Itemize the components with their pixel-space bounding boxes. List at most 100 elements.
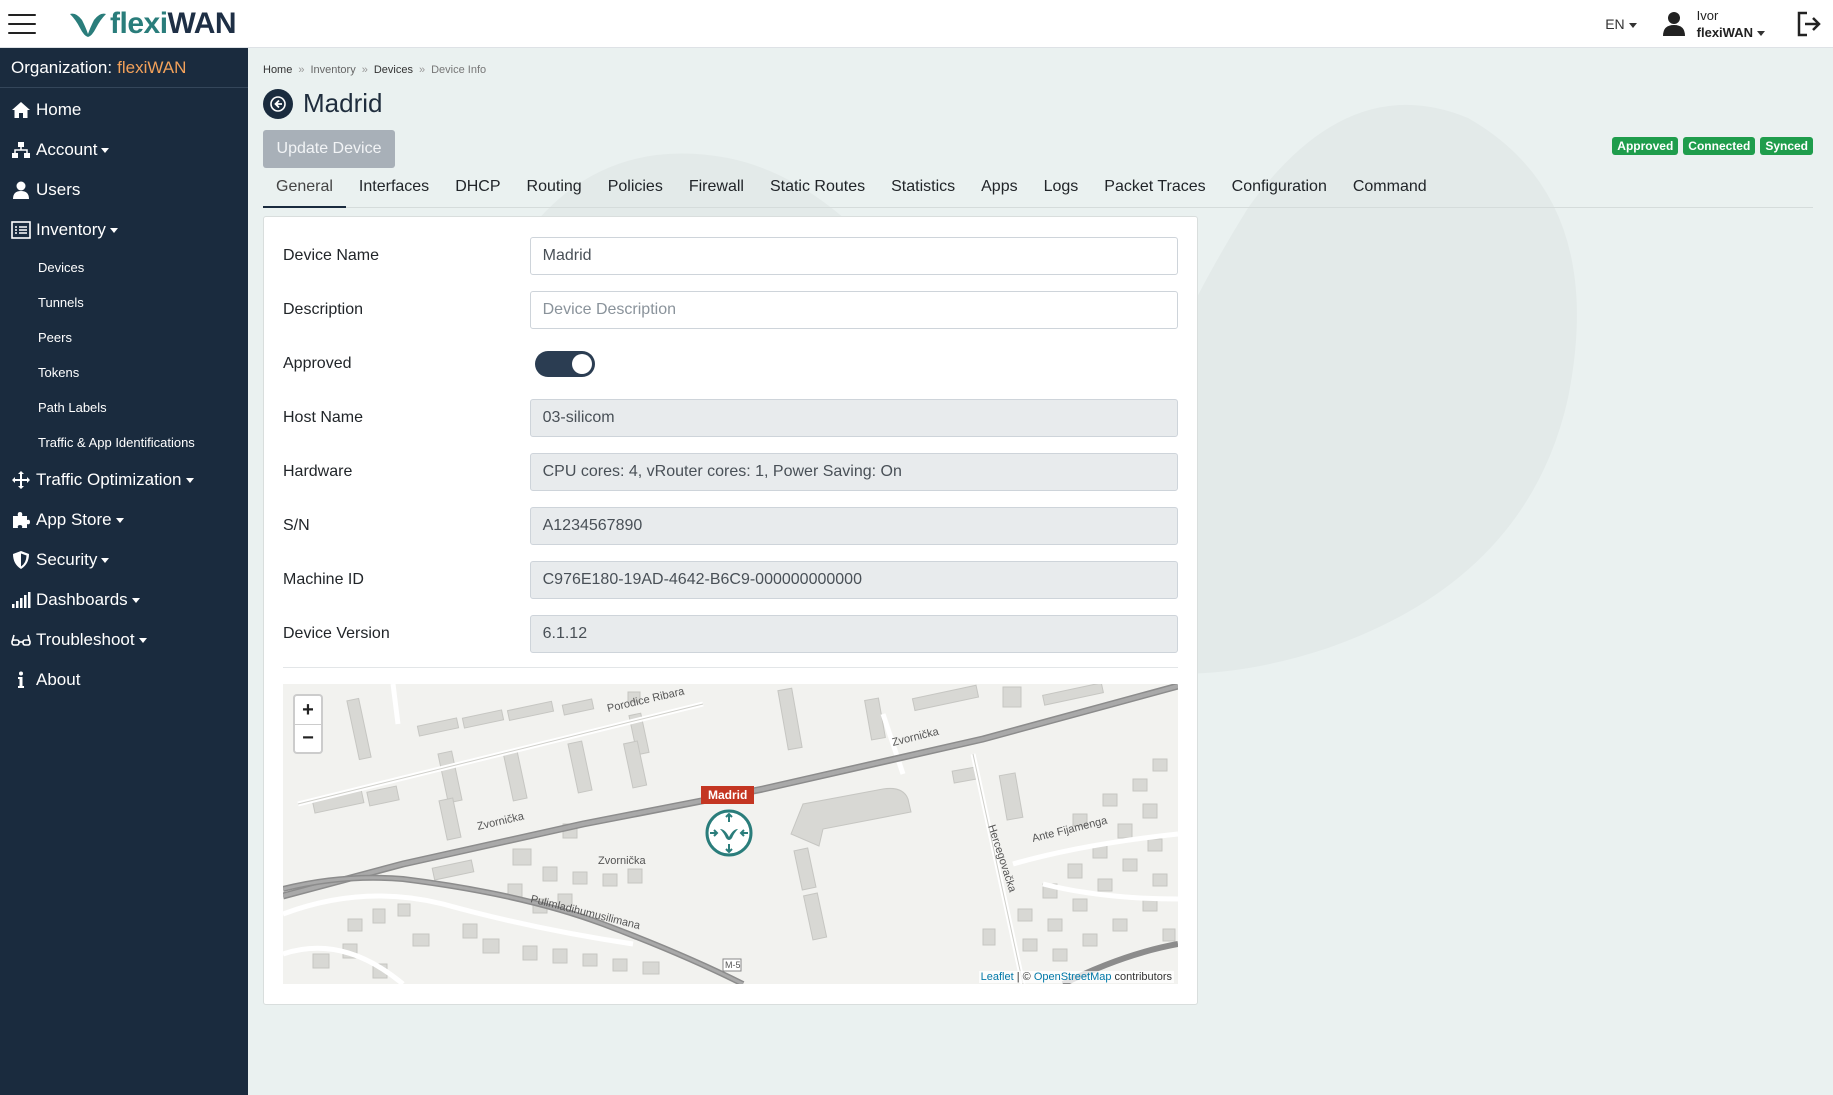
back-button[interactable] [263,88,293,119]
chevron-down-icon [115,517,124,523]
sidebar-item-app-store[interactable]: App Store [0,500,248,540]
device-name-label: Device Name [283,247,380,264]
tab-interfaces[interactable]: Interfaces [346,170,442,208]
status-badges: Approved Connected Synced [1612,137,1813,155]
device-version-field: 6.1.12 [529,615,1178,653]
description-label: Description [283,301,364,318]
approved-row: Approved [283,345,1178,383]
tab-command[interactable]: Command [1340,170,1440,208]
zoom-control: + − [293,694,323,754]
chevron-down-icon [138,637,147,643]
arrow-left-icon [270,95,286,112]
signal-icon [12,592,31,608]
zoom-in-button[interactable]: + [295,696,321,724]
hamburger-menu-icon[interactable] [8,13,36,34]
status-badge-synced: Synced [1760,137,1813,155]
chevron-down-icon [185,477,194,483]
breadcrumb-devices[interactable]: Devices [374,64,413,76]
tab-packet-traces[interactable]: Packet Traces [1091,170,1218,208]
device-location-marker-icon[interactable] [704,808,754,858]
sitemap-icon [12,142,30,158]
sidebar-item-label: Troubleshoot [36,630,135,649]
sidebar: Organization: flexiWAN Home Account User… [0,48,248,1095]
sidebar-subitem-tunnels[interactable]: Tunnels [0,285,248,320]
tab-dhcp[interactable]: DHCP [442,170,513,208]
breadcrumb-home[interactable]: Home [263,64,292,76]
attribution-suffix: contributors [1111,971,1172,983]
sidebar-item-troubleshoot[interactable]: Troubleshoot [0,620,248,660]
main-content: Home » Inventory » Devices » Device Info… [248,48,1833,1095]
sidebar-item-label: Traffic Optimization [36,470,182,489]
logo-text-flexi: flexi [110,6,168,40]
sidebar-subitem-devices[interactable]: Devices [0,250,248,285]
device-version-label: Device Version [283,625,390,642]
language-dropdown[interactable]: EN [1605,16,1637,32]
organization-name: flexiWAN [117,57,187,77]
sidebar-subitem-peers[interactable]: Peers [0,320,248,355]
tab-general[interactable]: General [263,170,346,208]
language-label: EN [1605,16,1625,32]
sidebar-item-traffic-optimization[interactable]: Traffic Optimization [0,460,248,500]
tab-logs[interactable]: Logs [1031,170,1092,208]
sidebar-item-account[interactable]: Account [0,130,248,170]
tab-policies[interactable]: Policies [595,170,676,208]
organization-label: Organization: [11,57,113,77]
sidebar-item-label: Security [36,550,98,569]
approved-label: Approved [283,355,352,372]
zoom-out-button[interactable]: − [295,724,321,752]
user-name: Ivor [1696,8,1719,23]
sidebar-item-inventory[interactable]: Inventory [0,210,248,250]
user-org: flexiWAN [1696,25,1753,40]
tab-apps[interactable]: Apps [968,170,1030,208]
map-marker-label: Madrid [701,786,755,804]
road-shield-label: M-5 [725,960,741,970]
serial-number-row: S/N A1234567890 [283,507,1178,545]
device-name-input[interactable] [529,237,1178,275]
user-menu-dropdown[interactable]: Ivor flexiWAN [1697,7,1765,41]
logo-text-wan: WAN [167,6,237,40]
tab-static-routes[interactable]: Static Routes [757,170,878,208]
top-navbar: flexiWAN EN Ivor flexiWAN [0,0,1833,48]
openstreetmap-link[interactable]: OpenStreetMap [1034,971,1112,983]
sidebar-item-security[interactable]: Security [0,540,248,580]
sidebar-item-dashboards[interactable]: Dashboards [0,580,248,620]
hardware-field: CPU cores: 4, vRouter cores: 1, Power Sa… [529,453,1178,491]
tab-firewall[interactable]: Firewall [676,170,757,208]
organization-selector[interactable]: Organization: flexiWAN [0,48,248,88]
chevron-down-icon [101,147,110,153]
sidebar-subitem-traffic-app-identifications[interactable]: Traffic & App Identifications [0,425,248,460]
user-icon [13,181,29,199]
device-name-row: Device Name [283,237,1178,275]
sidebar-item-label: Home [36,100,82,119]
description-row: Description [283,291,1178,329]
user-avatar-icon [1662,12,1685,36]
glasses-icon [11,634,31,646]
sidebar-subitem-path-labels[interactable]: Path Labels [0,390,248,425]
hardware-label: Hardware [283,463,353,480]
machine-id-label: Machine ID [283,571,364,588]
logout-icon[interactable] [1795,10,1823,38]
description-input[interactable] [529,291,1178,329]
sidebar-item-home[interactable]: Home [0,90,248,130]
leaflet-link[interactable]: Leaflet [981,971,1014,983]
toggle-knob [572,354,592,374]
breadcrumb-inventory[interactable]: Inventory [310,64,355,76]
status-badge-connected: Connected [1683,137,1756,155]
sidebar-item-users[interactable]: Users [0,170,248,210]
breadcrumb-separator: » [361,64,368,76]
device-location-map[interactable]: Porodice Ribara Zvornička Zvornička Zvor… [283,684,1178,984]
approved-toggle[interactable] [535,351,595,377]
sidebar-item-label: Dashboards [36,590,128,609]
tab-routing[interactable]: Routing [514,170,595,208]
update-device-button[interactable]: Update Device [263,130,395,168]
breadcrumb-current: Device Info [431,64,487,76]
device-tabs: General Interfaces DHCP Routing Policies… [263,170,1813,208]
tab-configuration[interactable]: Configuration [1219,170,1340,208]
tab-statistics[interactable]: Statistics [878,170,968,208]
machine-id-field: C976E180-19AD-4642-B6C9-000000000000 [529,561,1178,599]
flexiwan-logo-icon [70,13,106,37]
flexiwan-logo[interactable]: flexiWAN [68,6,237,41]
street-label: Zvornička [598,855,647,867]
sidebar-item-about[interactable]: About [0,660,248,700]
sidebar-subitem-tokens[interactable]: Tokens [0,355,248,390]
